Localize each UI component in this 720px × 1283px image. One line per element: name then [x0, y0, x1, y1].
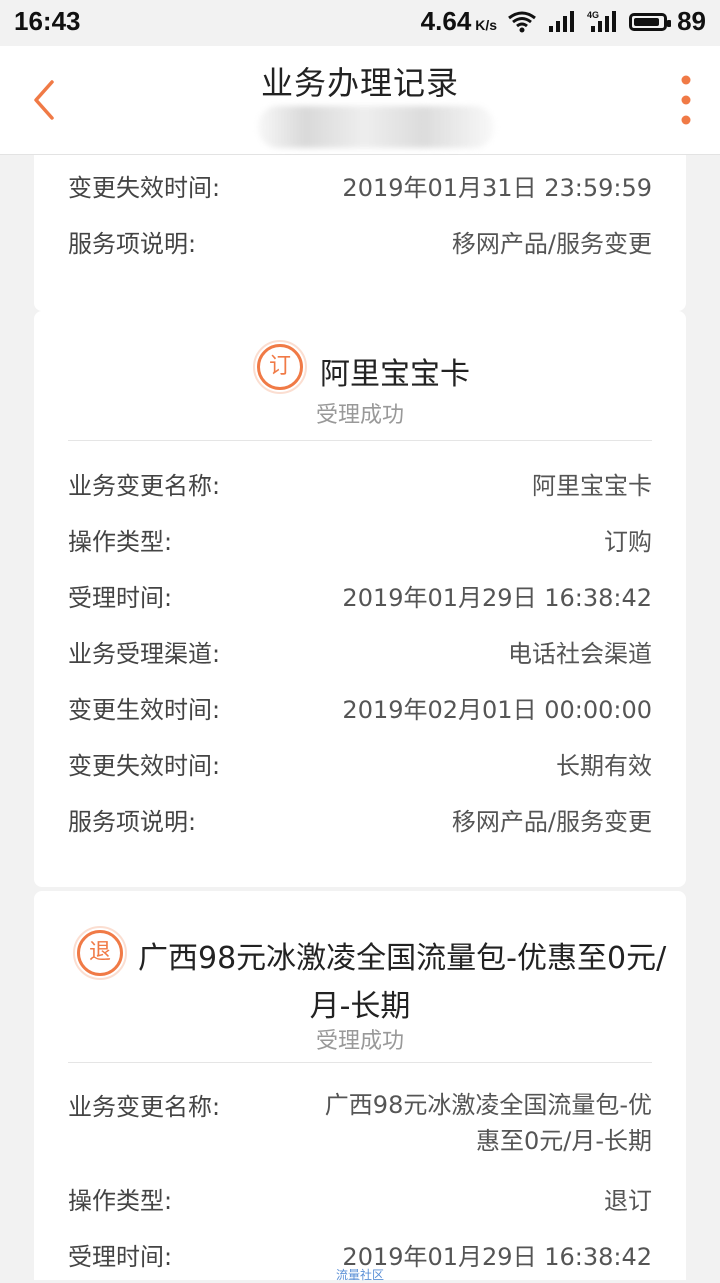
detail-label: 业务变更名称: — [68, 472, 221, 500]
detail-label: 服务项说明: — [68, 230, 197, 258]
redacted-phone-number — [258, 106, 494, 148]
detail-value: 广西98元冰激凌全国流量包-优 惠至0元/月-长期 — [312, 1087, 652, 1159]
battery-icon — [629, 12, 672, 31]
detail-label: 变更生效时间: — [68, 696, 221, 724]
detail-row-accept-time: 受理时间: 2019年01月29日 16:38:42 — [68, 578, 652, 613]
detail-value: 移网产品/服务变更 — [451, 808, 652, 836]
detail-row-change-name: 业务变更名称: 广西98元冰激凌全国流量包-优 惠至0元/月-长期 — [68, 1087, 652, 1159]
record-card: 退 广西98元冰激凌全国流量包-优惠至0元/ 月-长期 受理成功 业务变更名称:… — [34, 891, 686, 1280]
detail-row-expire-time: 变更失效时间: 长期有效 — [68, 746, 652, 781]
detail-label: 变更失效时间: — [68, 752, 221, 780]
record-status: 受理成功 — [315, 403, 404, 428]
detail-label: 受理时间: — [68, 584, 173, 612]
detail-label: 变更失效时间: — [68, 174, 221, 202]
battery-fill — [634, 17, 660, 26]
detail-label: 操作类型: — [68, 1187, 173, 1215]
detail-row-operation-type: 操作类型: 订购 — [68, 522, 652, 557]
detail-row-change-name: 业务变更名称: 阿里宝宝卡 — [68, 466, 652, 501]
watermark-text: 流量社区 — [336, 1268, 385, 1282]
signal-icon — [549, 10, 575, 32]
detail-value: 电话社会渠道 — [508, 640, 652, 668]
record-card: 变更失效时间: 2019年01月31日 23:59:59 服务项说明: 移网产品… — [34, 155, 686, 311]
detail-value: 2019年01月31日 23:59:59 — [342, 174, 652, 202]
unsubscribe-badge-icon: 退 — [73, 926, 127, 980]
detail-row-channel: 业务受理渠道: 电话社会渠道 — [68, 634, 652, 669]
record-list[interactable]: 变更失效时间: 2019年01月31日 23:59:59 服务项说明: 移网产品… — [0, 155, 720, 1280]
detail-value-line2: 惠至0元/月-长期 — [475, 1127, 652, 1155]
record-title-line1: 广西98元冰激凌全国流量包-优惠至0元/ — [138, 941, 667, 976]
detail-label: 操作类型: — [68, 528, 173, 556]
detail-label: 业务变更名称: — [68, 1093, 221, 1121]
detail-row-service-desc: 服务项说明: 移网产品/服务变更 — [68, 802, 652, 837]
divider — [68, 1062, 652, 1063]
app-header: 业务办理记录 — [0, 46, 720, 155]
detail-value-line1: 广西98元冰激凌全国流量包-优 — [324, 1091, 652, 1119]
wifi-icon — [508, 11, 536, 32]
record-title: 阿里宝宝卡 — [320, 357, 470, 392]
detail-value: 退订 — [604, 1187, 652, 1215]
detail-row-service-desc: 服务项说明: 移网产品/服务变更 — [68, 224, 652, 259]
battery-percent: 89 — [677, 6, 706, 36]
subscribe-badge-icon: 订 — [253, 340, 307, 394]
detail-value: 阿里宝宝卡 — [532, 472, 652, 500]
detail-label: 业务受理渠道: — [68, 640, 221, 668]
record-title-line2: 月-长期 — [309, 989, 411, 1024]
detail-value: 移网产品/服务变更 — [451, 230, 652, 258]
more-menu-icon[interactable] — [680, 74, 692, 126]
detail-label: 受理时间: — [68, 1243, 173, 1271]
detail-row-effective-time: 变更生效时间: 2019年02月01日 00:00:00 — [68, 690, 652, 725]
detail-value: 2019年01月29日 16:38:42 — [342, 584, 652, 612]
detail-value: 2019年02月01日 00:00:00 — [342, 696, 652, 724]
status-bar: 16:43 4.64 K/s 4G 89 — [0, 0, 720, 46]
detail-row-expire-time: 变更失效时间: 2019年01月31日 23:59:59 — [68, 168, 652, 203]
record-card: 订 阿里宝宝卡 受理成功 业务变更名称: 阿里宝宝卡 操作类型: 订购 受理时间… — [34, 311, 686, 887]
detail-row-operation-type: 操作类型: 退订 — [68, 1181, 652, 1216]
network-speed-value: 4.64 — [420, 6, 472, 36]
network-speed: 4.64 K/s — [421, 6, 497, 37]
record-status: 受理成功 — [315, 1029, 404, 1054]
detail-value: 订购 — [604, 528, 652, 556]
divider — [68, 440, 652, 441]
svg-text:4G: 4G — [587, 10, 599, 20]
detail-value: 2019年01月29日 16:38:42 — [342, 1243, 652, 1271]
network-speed-unit: K/s — [475, 17, 498, 33]
status-indicators: 4.64 K/s 4G 89 — [421, 6, 706, 37]
signal-4g-icon: 4G — [587, 10, 617, 32]
page-title: 业务办理记录 — [260, 64, 459, 102]
detail-label: 服务项说明: — [68, 808, 197, 836]
detail-value: 长期有效 — [556, 752, 652, 780]
status-time: 16:43 — [14, 6, 81, 36]
